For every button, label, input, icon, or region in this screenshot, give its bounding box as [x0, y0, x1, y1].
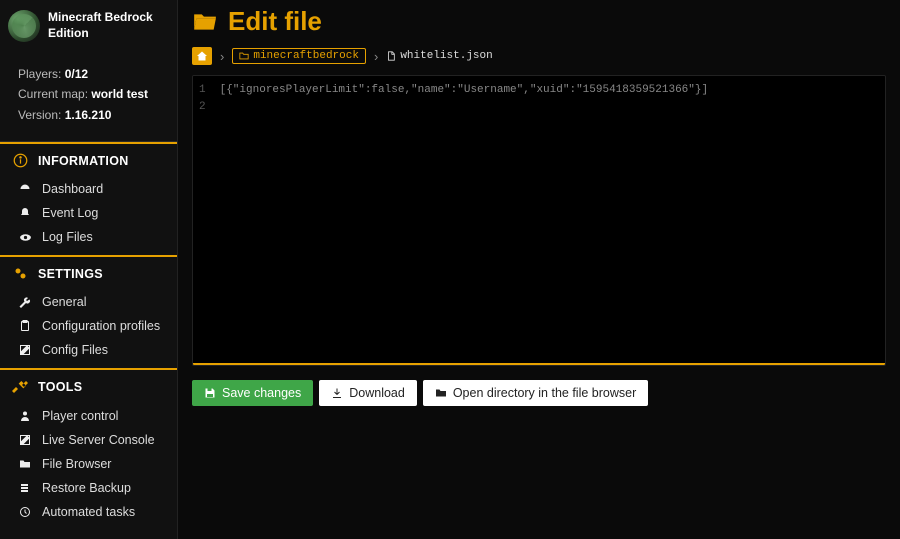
sidebar-item-restorebackup[interactable]: Restore Backup — [0, 476, 177, 500]
map-value: world test — [91, 87, 148, 101]
page-title-text: Edit file — [228, 6, 322, 37]
tools-icon — [12, 379, 28, 395]
page-title: Edit file — [192, 4, 886, 43]
version-label: Version: — [18, 108, 61, 122]
map-label: Current map: — [18, 87, 88, 101]
sidebar-item-console[interactable]: Live Server Console — [0, 428, 177, 452]
players-label: Players: — [18, 67, 61, 81]
sidebar-item-label: Dashboard — [42, 182, 103, 196]
folder-icon — [435, 387, 447, 399]
sidebar-item-label: Config Files — [42, 343, 108, 357]
breadcrumb: › minecraftbedrock › whitelist.json — [192, 47, 886, 65]
nav-section-tools: TOOLS Player control Live Server Console… — [0, 368, 177, 530]
info-icon — [12, 153, 28, 168]
gears-icon — [12, 266, 28, 281]
version-value: 1.16.210 — [65, 108, 112, 122]
sidebar-item-label: Event Log — [42, 206, 98, 220]
server-stats: Players: 0/12 Current map: world test Ve… — [0, 60, 177, 142]
editor-panel: 12 [{"ignoresPlayerLimit":false,"name":"… — [192, 75, 886, 366]
players-value: 0/12 — [65, 67, 88, 81]
sidebar-item-dashboard[interactable]: Dashboard — [0, 177, 177, 201]
nav-section-settings: SETTINGS General Configuration profiles … — [0, 255, 177, 368]
save-button[interactable]: Save changes — [192, 380, 313, 406]
sidebar-item-playercontrol[interactable]: Player control — [0, 404, 177, 428]
sidebar-item-eventlog[interactable]: Event Log — [0, 201, 177, 225]
breadcrumb-file: whitelist.json — [386, 50, 492, 62]
breadcrumb-folder[interactable]: minecraftbedrock — [232, 48, 366, 64]
nav-header-label: SETTINGS — [38, 267, 103, 281]
folder-open-icon — [192, 9, 218, 35]
sidebar-item-label: Log Files — [42, 230, 93, 244]
main: Edit file › minecraftbedrock › whitelist… — [178, 0, 900, 539]
edit-icon — [18, 344, 32, 356]
nav-header-label: INFORMATION — [38, 154, 129, 168]
nav-section-information: INFORMATION Dashboard Event Log Log File… — [0, 142, 177, 255]
download-icon — [331, 387, 343, 399]
user-icon — [18, 410, 32, 422]
server-header: Minecraft Bedrock Edition — [0, 0, 177, 60]
sidebar-item-label: Automated tasks — [42, 505, 135, 519]
code-editor[interactable]: 12 [{"ignoresPlayerLimit":false,"name":"… — [193, 76, 885, 363]
download-button[interactable]: Download — [319, 380, 417, 406]
sidebar-item-general[interactable]: General — [0, 290, 177, 314]
breadcrumb-folder-label: minecraftbedrock — [253, 50, 359, 62]
clock-icon — [18, 506, 32, 518]
wrench-icon — [18, 296, 32, 308]
sidebar-item-label: File Browser — [42, 457, 111, 471]
sidebar-item-logfiles[interactable]: Log Files — [0, 225, 177, 249]
sidebar: Minecraft Bedrock Edition Players: 0/12 … — [0, 0, 178, 539]
sidebar-item-automatedtasks[interactable]: Automated tasks — [0, 500, 177, 524]
eye-icon — [18, 231, 32, 244]
button-row: Save changes Download Open directory in … — [192, 380, 886, 406]
save-button-label: Save changes — [222, 386, 301, 400]
breadcrumb-file-label: whitelist.json — [400, 50, 492, 62]
sidebar-item-configprofiles[interactable]: Configuration profiles — [0, 314, 177, 338]
folder-icon — [18, 458, 32, 470]
download-button-label: Download — [349, 386, 405, 400]
server-title: Minecraft Bedrock Edition — [48, 10, 169, 41]
editor-accent-line — [193, 363, 885, 365]
save-icon — [204, 387, 216, 399]
nav-header-settings[interactable]: SETTINGS — [0, 257, 177, 290]
breadcrumb-home[interactable] — [192, 47, 212, 65]
sidebar-item-label: Live Server Console — [42, 433, 155, 447]
sidebar-item-label: General — [42, 295, 86, 309]
restore-icon — [18, 482, 32, 494]
bell-icon — [18, 207, 32, 219]
sidebar-item-label: Configuration profiles — [42, 319, 160, 333]
edit-icon — [18, 434, 32, 446]
code-line: [{"ignoresPlayerLimit":false,"name":"Use… — [220, 82, 708, 99]
nav-header-information[interactable]: INFORMATION — [0, 144, 177, 177]
nav-header-tools[interactable]: TOOLS — [0, 370, 177, 404]
open-directory-button-label: Open directory in the file browser — [453, 386, 636, 400]
chevron-right-icon: › — [220, 49, 224, 64]
chevron-right-icon: › — [374, 49, 378, 64]
nav-header-label: TOOLS — [38, 380, 82, 394]
open-directory-button[interactable]: Open directory in the file browser — [423, 380, 648, 406]
server-logo — [8, 10, 40, 42]
sidebar-item-label: Restore Backup — [42, 481, 131, 495]
dashboard-icon — [18, 183, 32, 195]
editor-gutter: 12 — [193, 76, 212, 363]
editor-code[interactable]: [{"ignoresPlayerLimit":false,"name":"Use… — [212, 76, 716, 363]
clipboard-icon — [18, 320, 32, 332]
sidebar-item-label: Player control — [42, 409, 118, 423]
sidebar-item-filebrowser[interactable]: File Browser — [0, 452, 177, 476]
sidebar-item-configfiles[interactable]: Config Files — [0, 338, 177, 362]
